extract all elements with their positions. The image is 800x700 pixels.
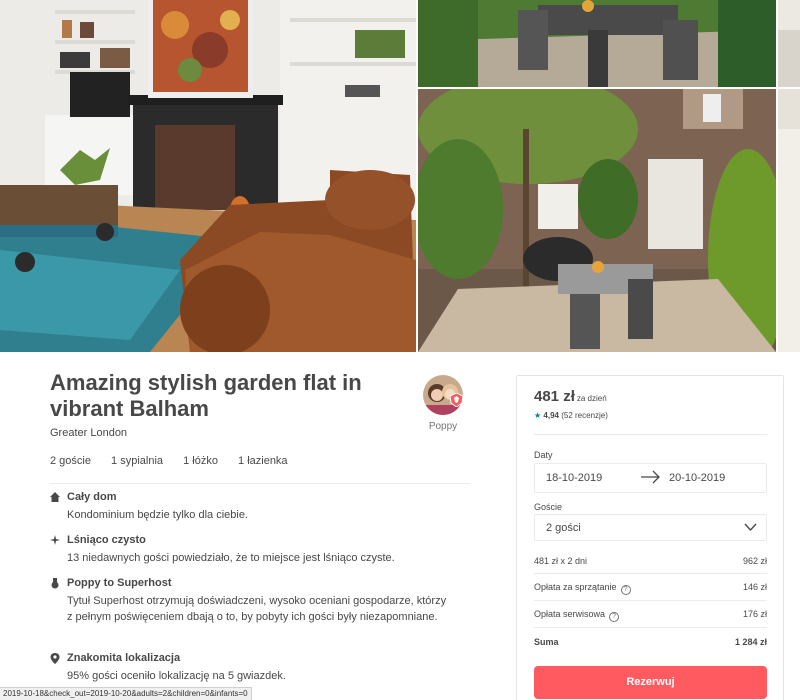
divider: [534, 573, 767, 574]
row-label: Opłata serwisowa: [534, 609, 606, 619]
dates-label: Daty: [534, 450, 553, 460]
check-out-input[interactable]: 20-10-2019: [669, 472, 725, 484]
booking-card: 481 zł za dzień ★ 4,94 (52 recenzje) Daty…: [516, 375, 784, 700]
superhost-badge-icon: [450, 393, 463, 407]
row-label: Opłata za sprzątanie: [534, 582, 617, 592]
price-value: 481 zł: [534, 388, 575, 405]
fact-bathrooms: 1 łazienka: [238, 455, 288, 467]
row-value: 1 284 zł: [734, 637, 767, 647]
divider: [534, 434, 767, 435]
price-breakdown-row: 481 zł x 2 dni 962 zł: [534, 556, 767, 566]
home-icon: [50, 492, 60, 503]
price-unit: za dzień: [576, 394, 607, 403]
cleaning-fee-row: Opłata za sprzątanie? 146 zł: [534, 582, 767, 595]
sparkle-icon: [50, 535, 60, 546]
row-label: 481 zł x 2 dni: [534, 556, 588, 566]
row-value: 962 zł: [742, 556, 767, 566]
feature-desc: 13 niedawnych gości powiedziało, że to m…: [67, 552, 395, 564]
guests-select[interactable]: 2 gości: [534, 514, 767, 541]
feature-title: Lśniąco czysto: [67, 534, 146, 546]
photo-living-room[interactable]: [0, 0, 416, 352]
star-icon: ★: [534, 411, 542, 420]
medal-icon: [50, 578, 60, 589]
guests-value: 2 gości: [546, 522, 581, 534]
price-per-night: 481 zł za dzień: [534, 388, 607, 405]
fact-bedrooms: 1 sypialnia: [111, 455, 164, 467]
feature-desc: 95% gości oceniło lokalizację na 5 gwiaz…: [67, 670, 286, 682]
listing-location[interactable]: Greater London: [50, 427, 127, 439]
listing-facts: 2 goście 1 sypialnia 1 łóżko 1 łazienka: [50, 455, 305, 467]
fact-guests: 2 goście: [50, 455, 91, 467]
divider: [534, 627, 767, 628]
host-profile[interactable]: Poppy: [420, 375, 466, 432]
row-label: Suma: [534, 637, 559, 647]
location-pin-icon: [50, 653, 60, 664]
divider: [50, 483, 470, 484]
photo-edge-bottom[interactable]: [778, 89, 800, 352]
dates-picker[interactable]: 18-10-2019 20-10-2019: [534, 463, 767, 493]
feature-title: Znakomita lokalizacja: [67, 652, 181, 664]
check-in-input[interactable]: 18-10-2019: [546, 472, 602, 484]
service-fee-row: Opłata serwisowa? 176 zł: [534, 609, 767, 622]
row-value: 146 zł: [742, 582, 767, 592]
photo-patio-table[interactable]: [418, 0, 776, 87]
host-name[interactable]: Poppy: [420, 421, 466, 432]
feature-desc: Tytuł Superhost otrzymują doświadczeni, …: [67, 595, 447, 623]
reserve-button[interactable]: Rezerwuj: [534, 666, 767, 699]
rating-value: 4,94: [543, 411, 559, 420]
fact-beds: 1 łóżko: [183, 455, 218, 467]
feature-desc: Kondominium będzie tylko dla ciebie.: [67, 509, 248, 521]
feature-title: Cały dom: [67, 491, 117, 503]
arrow-right-icon: [641, 470, 660, 484]
info-icon[interactable]: ?: [620, 585, 631, 595]
divider: [534, 600, 767, 601]
info-icon[interactable]: ?: [609, 612, 620, 622]
rating[interactable]: ★ 4,94 (52 recenzje): [534, 411, 608, 420]
row-value: 176 zł: [742, 609, 767, 619]
listing-title: Amazing stylish garden flat in vibrant B…: [50, 370, 362, 421]
feature-title: Poppy to Superhost: [67, 577, 172, 589]
chevron-down-icon: [744, 523, 757, 532]
photo-gallery: [0, 0, 800, 352]
photo-garden[interactable]: [418, 89, 776, 352]
photo-edge-top[interactable]: [778, 0, 800, 87]
rating-count[interactable]: (52 recenzje): [561, 411, 608, 420]
guests-label: Goście: [534, 502, 563, 512]
total-row: Suma 1 284 zł: [534, 637, 767, 647]
browser-status-url: 2019-10-18&check_out=2019-10-20&adults=2…: [0, 687, 252, 700]
